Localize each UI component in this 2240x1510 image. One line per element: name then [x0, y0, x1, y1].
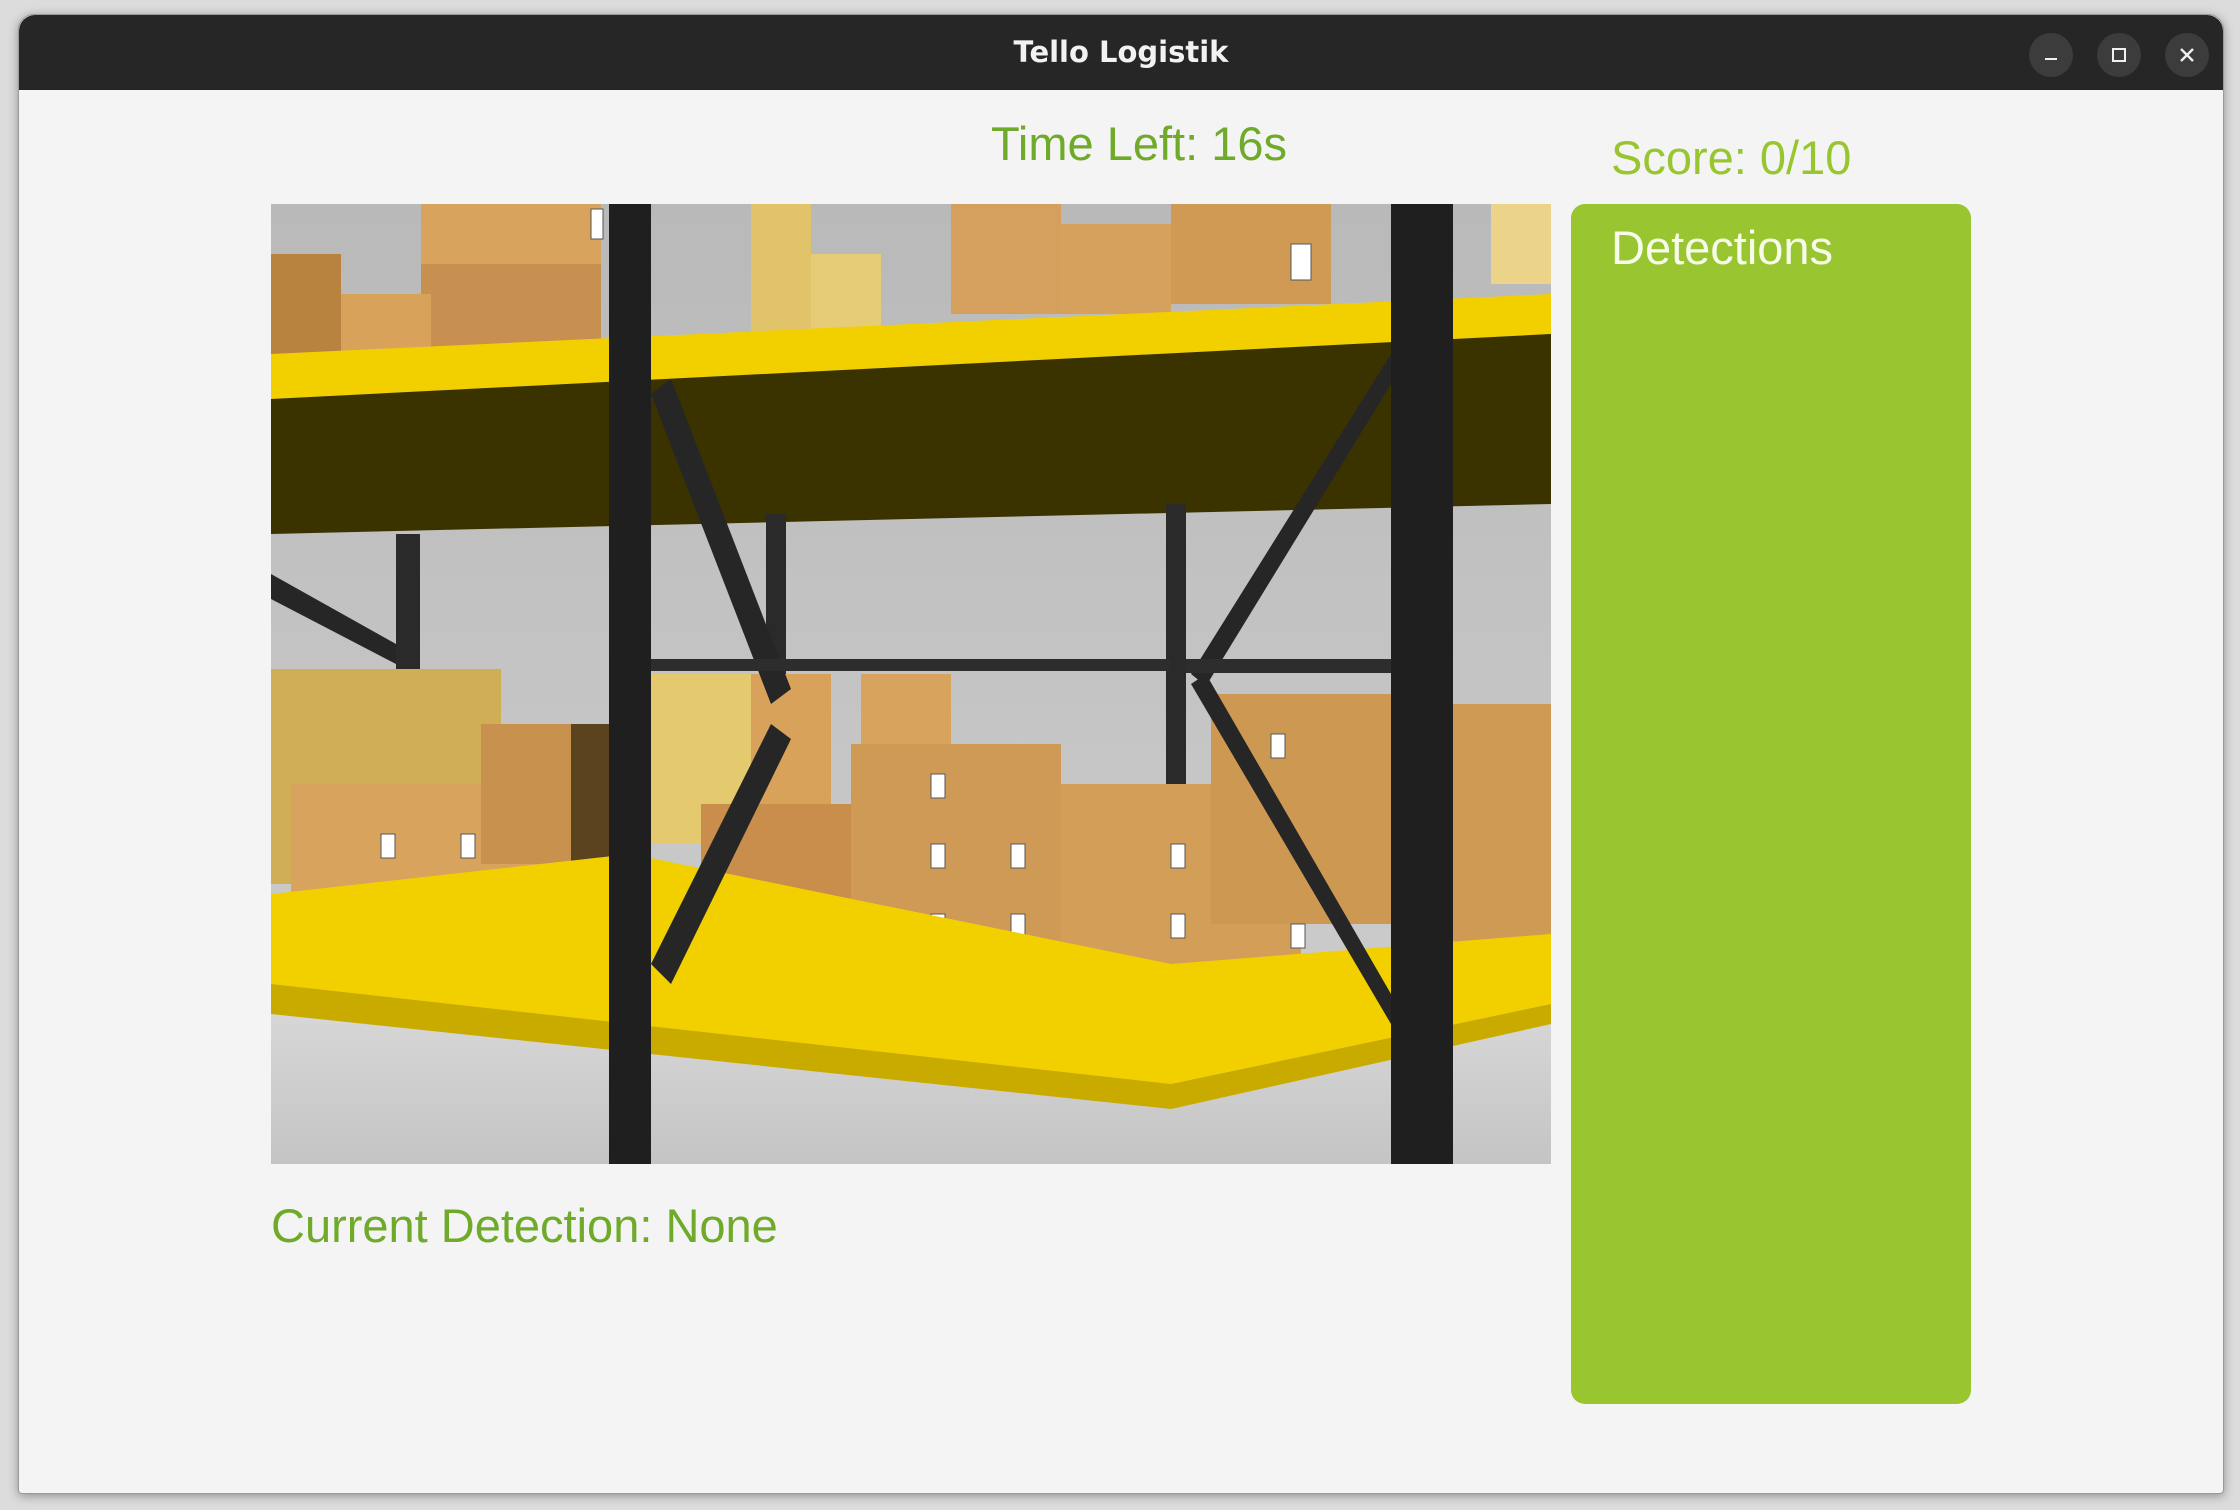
main-content: Time Left: 16s Score: 0/10 Current Detec…: [19, 90, 2223, 1493]
detections-title: Detections: [1611, 221, 1834, 274]
warehouse-scene-image: [271, 204, 1551, 1164]
window-title: Tello Logistik: [1013, 35, 1229, 69]
minimize-button[interactable]: [2029, 33, 2073, 77]
close-button[interactable]: [2165, 33, 2209, 77]
detections-panel: Detections: [1571, 204, 1971, 1404]
minimize-icon: [2045, 58, 2057, 60]
camera-feed: [271, 204, 1551, 1164]
current-detection-label: Current Detection: None: [271, 1199, 778, 1252]
close-icon: [2180, 48, 2194, 62]
time-left-label: Time Left: 16s: [990, 117, 1288, 170]
maximize-icon: [2112, 48, 2126, 62]
title-bar[interactable]: Tello Logistik: [19, 15, 2223, 90]
score-label: Score: 0/10: [1611, 131, 1852, 184]
app-window: Tello Logistik Time Left: 16s Score: 0/1…: [18, 14, 2224, 1494]
maximize-button[interactable]: [2097, 33, 2141, 77]
